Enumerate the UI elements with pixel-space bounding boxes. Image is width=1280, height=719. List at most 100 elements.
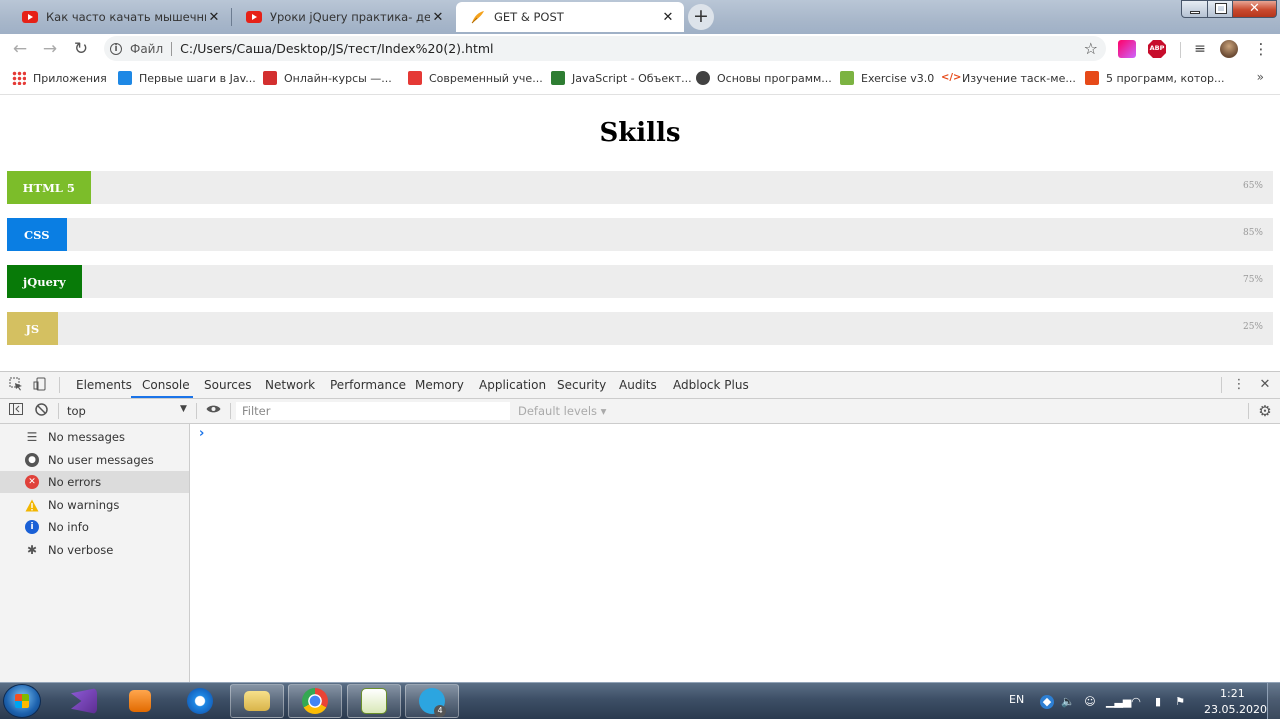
- sidebar-toggle-icon[interactable]: [8, 403, 24, 419]
- arrow-left-icon: ←: [12, 39, 28, 59]
- clock-time[interactable]: 1:21: [1220, 687, 1245, 700]
- sidebar-item-user-messages[interactable]: ● No user messages: [0, 449, 189, 471]
- taskbar-app-notepad[interactable]: [347, 684, 401, 718]
- minimize-button[interactable]: [1181, 0, 1208, 18]
- action-center-flag-icon[interactable]: ⚑: [1173, 695, 1187, 709]
- bookmark-item[interactable]: </> Изучение таск-ме...: [941, 71, 1076, 85]
- close-window-button[interactable]: ✕: [1232, 0, 1277, 18]
- eye-icon[interactable]: [205, 403, 221, 419]
- tab-memory[interactable]: Memory: [415, 378, 464, 392]
- show-desktop-button[interactable]: [1267, 683, 1280, 719]
- sidebar-item-errors[interactable]: ✕ No errors: [0, 471, 189, 493]
- new-tab-button[interactable]: +: [688, 4, 714, 30]
- sidebar-item-verbose[interactable]: ✱ No verbose: [0, 539, 189, 561]
- devtools-separator: [1221, 377, 1222, 393]
- wifi-icon[interactable]: ◠: [1129, 695, 1143, 709]
- taskbar-app-telegram[interactable]: 4: [405, 684, 459, 718]
- bookmark-item[interactable]: Exercise v3.0: [840, 71, 934, 85]
- bug-icon: ✱: [26, 543, 38, 557]
- taskbar-app-internet-explorer[interactable]: [173, 684, 227, 718]
- devtools-close-icon[interactable]: ✕: [1257, 377, 1273, 393]
- extension-gradient-icon[interactable]: [1118, 40, 1136, 58]
- bookmark-label: Онлайн-курсы —...: [284, 71, 392, 85]
- windows-logo-icon: [15, 694, 29, 708]
- tab-audits[interactable]: Audits: [619, 378, 657, 392]
- clear-console-icon[interactable]: [33, 403, 49, 419]
- tab-close-icon[interactable]: ✕: [430, 10, 446, 25]
- bookmark-item[interactable]: Первые шаги в Jav...: [118, 71, 256, 85]
- skill-fill: HTML 5: [7, 171, 91, 204]
- tab-close-icon[interactable]: ✕: [660, 10, 676, 25]
- visual-studio-icon: [71, 688, 97, 714]
- tab-title: GET & POST: [494, 10, 564, 24]
- volume-icon[interactable]: 🔈: [1061, 695, 1075, 709]
- bookmark-favicon-icon: [696, 71, 710, 85]
- bookmarks-overflow-button[interactable]: »: [1257, 70, 1264, 84]
- bookmark-favicon-icon: [263, 71, 277, 85]
- tab-elements[interactable]: Elements: [76, 378, 132, 392]
- tab-close-icon[interactable]: ✕: [206, 10, 222, 25]
- profile-avatar[interactable]: [1220, 40, 1238, 58]
- tab-application[interactable]: Application: [479, 378, 546, 392]
- info-icon[interactable]: i: [110, 42, 122, 55]
- browser-tab-3-active[interactable]: GET & POST ✕: [456, 2, 684, 32]
- signal-strength-icon[interactable]: ▁▃▅: [1106, 695, 1131, 709]
- tab-console[interactable]: Console: [142, 378, 190, 392]
- media-queue-icon[interactable]: ≡: [1191, 40, 1209, 58]
- bookmark-apps[interactable]: Приложения: [12, 71, 107, 85]
- app-tray-icon[interactable]: ☺: [1083, 695, 1097, 709]
- address-bar[interactable]: i Файл C:/Users/Саша/Desktop/JS/тест/Ind…: [104, 36, 1106, 61]
- kebab-menu-icon[interactable]: ⋮: [1252, 40, 1270, 58]
- tab-network[interactable]: Network: [265, 378, 315, 392]
- power-icon[interactable]: ▮: [1151, 695, 1165, 709]
- bookmark-item[interactable]: Современный уче...: [408, 71, 543, 85]
- tab-adblock-plus[interactable]: Adblock Plus: [673, 378, 749, 392]
- devtools-tab-bar: Elements Console Sources Network Perform…: [0, 372, 1280, 399]
- console-filter-input[interactable]: [236, 402, 510, 420]
- bookmark-item[interactable]: 5 программ, котор...: [1085, 71, 1224, 85]
- sidebar-item-messages[interactable]: ☰ No messages: [0, 426, 189, 448]
- bookmark-item[interactable]: Основы программ...: [696, 71, 832, 85]
- log-levels-dropdown[interactable]: Default levels ▾: [518, 404, 606, 418]
- url-text[interactable]: C:/Users/Саша/Desktop/JS/тест/Index%20(2…: [180, 41, 493, 56]
- bookmark-label: Современный уче...: [429, 71, 543, 85]
- tab-sources[interactable]: Sources: [204, 378, 251, 392]
- language-indicator[interactable]: EN: [1009, 693, 1024, 706]
- context-selector[interactable]: top: [67, 404, 86, 418]
- console-prompt[interactable]: ›: [199, 426, 204, 441]
- chevron-down-icon[interactable]: ▼: [180, 404, 187, 414]
- sidebar-item-warnings[interactable]: No warnings: [0, 494, 189, 516]
- maximize-button[interactable]: [1207, 0, 1233, 18]
- taskbar-app-explorer[interactable]: [230, 684, 284, 718]
- bookmark-favicon-icon: [1085, 71, 1099, 85]
- devtools-panel: Elements Console Sources Network Perform…: [0, 371, 1280, 683]
- bookmark-item[interactable]: Онлайн-курсы —...: [263, 71, 392, 85]
- inspect-element-icon[interactable]: [8, 377, 24, 393]
- device-toolbar-icon[interactable]: [32, 377, 48, 393]
- network-status-icon[interactable]: ◆: [1040, 695, 1054, 709]
- tab-security[interactable]: Security: [557, 378, 606, 392]
- devtools-menu-icon[interactable]: ⋮: [1231, 377, 1247, 393]
- browser-tab-2[interactable]: Уроки jQuery практика- делаем ✕: [232, 2, 454, 32]
- sidebar-item-info[interactable]: i No info: [0, 516, 189, 538]
- bookmark-label: Основы программ...: [717, 71, 832, 85]
- back-button[interactable]: ←: [9, 38, 31, 60]
- notepad-icon: [361, 688, 387, 714]
- taskbar-app-media-player[interactable]: [113, 684, 167, 718]
- skill-percent: 25%: [1242, 322, 1263, 332]
- adblock-plus-icon[interactable]: ABP: [1148, 40, 1166, 58]
- sidebar-item-label: No user messages: [48, 453, 154, 467]
- browser-tab-1[interactable]: Как часто качать мышечные группы ✕: [8, 2, 230, 32]
- code-icon: </>: [941, 72, 962, 83]
- taskbar-app-visual-studio[interactable]: [57, 684, 111, 718]
- start-button[interactable]: [3, 684, 41, 718]
- gear-icon[interactable]: ⚙: [1257, 403, 1273, 419]
- bookmark-item[interactable]: JavaScript - Объект...: [551, 71, 692, 85]
- taskbar-app-chrome[interactable]: [288, 684, 342, 718]
- tab-performance[interactable]: Performance: [330, 378, 406, 392]
- clock-date[interactable]: 23.05.2020: [1204, 703, 1267, 716]
- reload-button[interactable]: ↻: [70, 38, 92, 60]
- restore-icon: [1215, 3, 1227, 14]
- forward-button[interactable]: →: [39, 38, 61, 60]
- bookmark-star-icon[interactable]: ☆: [1084, 39, 1098, 58]
